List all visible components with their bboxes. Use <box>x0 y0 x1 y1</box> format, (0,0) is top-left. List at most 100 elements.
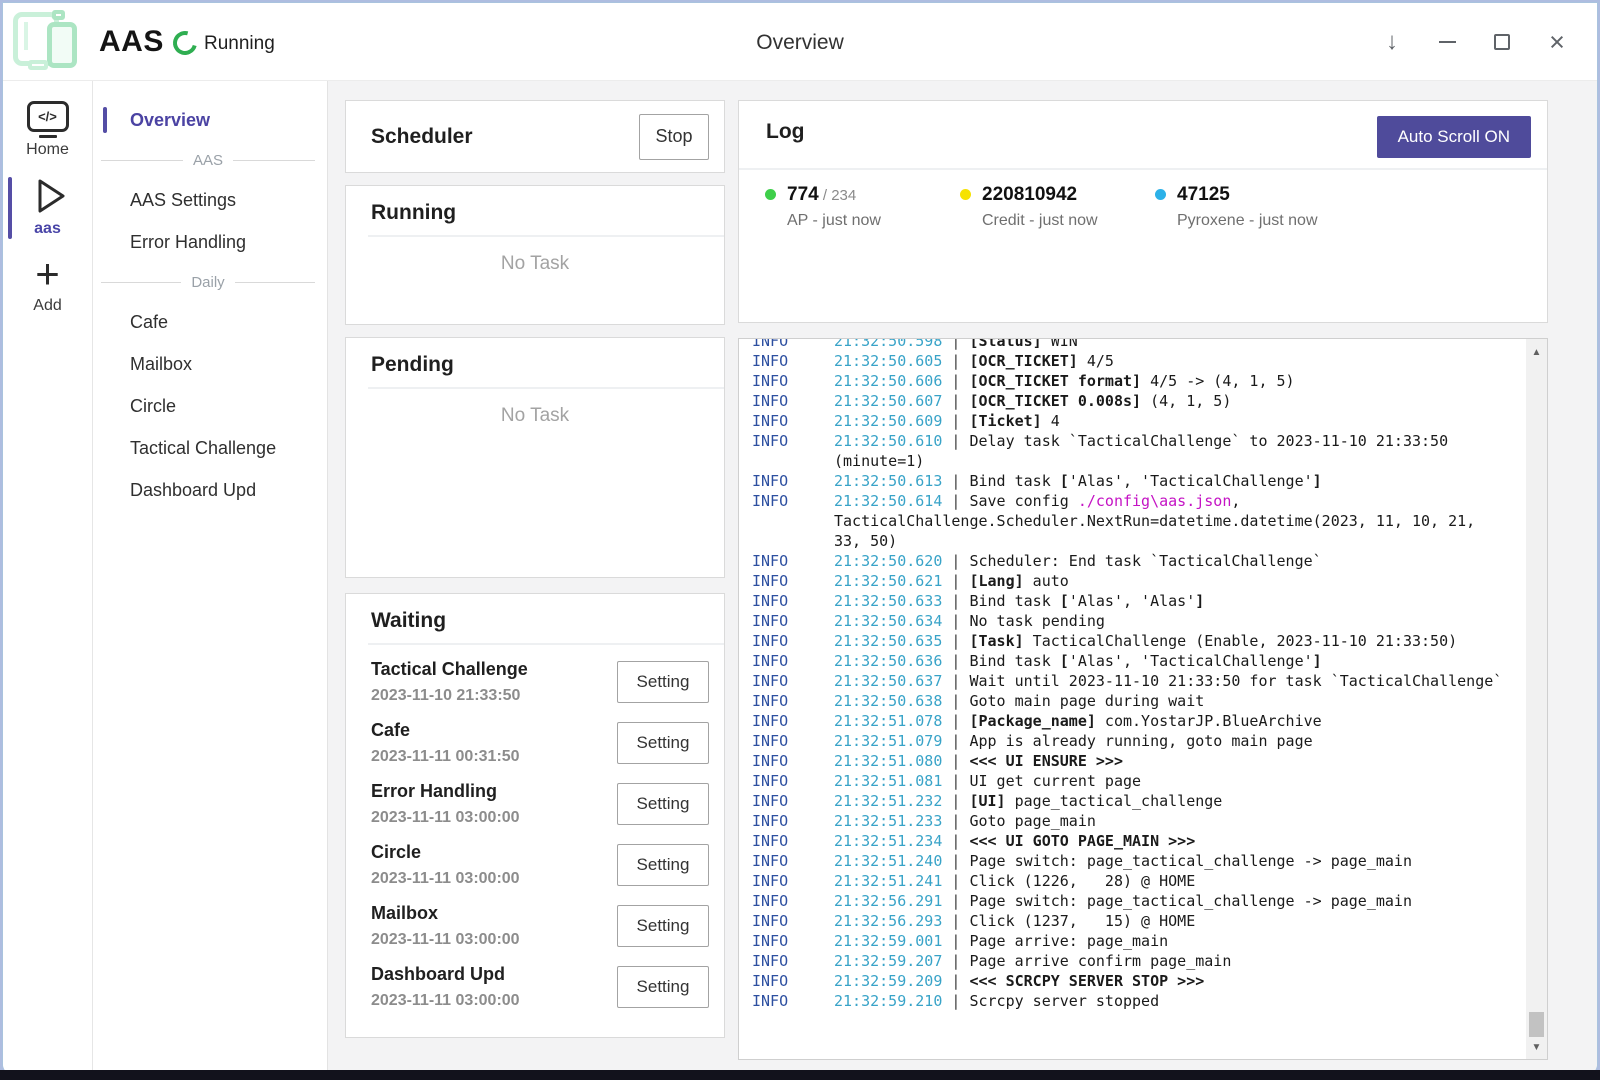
log-level: INFO <box>752 551 834 571</box>
divider-line <box>233 160 315 161</box>
rail-item-add[interactable]: + Add <box>3 254 92 315</box>
stat-credit: 220810942 Credit - just now <box>960 184 1155 230</box>
setting-button[interactable]: Setting <box>617 844 709 886</box>
divider-line <box>101 160 183 161</box>
minimize-icon[interactable] <box>1435 28 1459 56</box>
log-separator: | <box>942 852 969 870</box>
sidebar-item-label: AAS Settings <box>130 190 236 210</box>
setting-button[interactable]: Setting <box>617 783 709 825</box>
maximize-icon[interactable] <box>1490 28 1514 56</box>
log-message-segment: ] <box>1313 472 1322 490</box>
waiting-list: Tactical Challenge2023-11-10 21:33:50 Set… <box>346 645 724 1017</box>
log-level: INFO <box>752 351 834 371</box>
setting-button[interactable]: Setting <box>617 966 709 1008</box>
log-separator: | <box>942 372 969 390</box>
sidebar-item-overview[interactable]: Overview <box>93 99 327 141</box>
log-row: INFO21:32:56.291 | Page switch: page_tac… <box>739 891 1526 911</box>
log-level: INFO <box>752 931 834 951</box>
log-message-segment: [ <box>1060 592 1069 610</box>
log-content: 21:32:56.293 | Click (1237, 15) @ HOME <box>834 911 1521 931</box>
plus-icon: + <box>35 254 60 294</box>
setting-button[interactable]: Setting <box>617 661 709 703</box>
log-message-segment: Click (1226, 28) @ HOME <box>969 872 1195 890</box>
scrollbar-up-icon[interactable]: ▲ <box>1526 347 1547 358</box>
rail-item-label: Add <box>33 297 61 315</box>
log-message-segment: [Package_name] <box>969 712 1095 730</box>
stat-ap: 774 / 234 AP - just now <box>765 184 960 230</box>
log-content: 21:32:50.606 | [OCR_TICKET format] 4/5 -… <box>834 371 1521 391</box>
log-timestamp: 21:32:51.240 <box>834 852 942 870</box>
logo-inner-line <box>24 22 28 50</box>
log-row: INFO21:32:50.609 | [Ticket] 4 <box>739 411 1526 431</box>
log-message-segment: 4 <box>1042 412 1060 430</box>
setting-button[interactable]: Setting <box>617 905 709 947</box>
sidebar-item-aas-settings[interactable]: AAS Settings <box>93 179 327 221</box>
log-timestamp: 21:32:50.633 <box>834 592 942 610</box>
window-bottom-edge <box>0 1070 1600 1080</box>
setting-button[interactable]: Setting <box>617 722 709 764</box>
rail-item-aas[interactable]: aas <box>3 175 92 238</box>
log-level: INFO <box>752 338 834 351</box>
sidebar-item-error-handling[interactable]: Error Handling <box>93 221 327 263</box>
app-name: AAS <box>99 25 164 59</box>
sidebar-item-circle[interactable]: Circle <box>93 385 327 427</box>
sidebar-item-mailbox[interactable]: Mailbox <box>93 343 327 385</box>
log-message-segment: [ <box>1060 652 1069 670</box>
log-separator: | <box>942 412 969 430</box>
log-content: 21:32:51.080 | <<< UI ENSURE >>> <box>834 751 1521 771</box>
log-separator: | <box>942 432 969 450</box>
stop-button[interactable]: Stop <box>639 114 709 160</box>
log-timestamp: 21:32:51.081 <box>834 772 942 790</box>
pending-empty-text: No Task <box>346 405 724 427</box>
log-message-segment: 'Alas', 'TacticalChallenge' <box>1069 472 1313 490</box>
log-level: INFO <box>752 391 834 411</box>
stat-label: Pyroxene - just now <box>1177 212 1318 230</box>
log-row: INFO21:32:50.635 | [Task] TacticalChalle… <box>739 631 1526 651</box>
waiting-task-info: Tactical Challenge2023-11-10 21:33:50 <box>371 659 528 705</box>
log-level: INFO <box>752 851 834 871</box>
log-message-segment: [Status] <box>969 338 1041 350</box>
log-level: INFO <box>752 971 834 991</box>
sidebar-section-divider: Daily <box>93 263 327 301</box>
log-row: INFO21:32:50.610 | Delay task `TacticalC… <box>739 431 1526 471</box>
pyroxene-dot-icon <box>1155 189 1166 200</box>
log-level: INFO <box>752 811 834 831</box>
log-content: 21:32:51.079 | App is already running, g… <box>834 731 1521 751</box>
log-separator: | <box>942 832 969 850</box>
log-row: INFO21:32:50.613 | Bind task ['Alas', 'T… <box>739 471 1526 491</box>
logo-phone-shape <box>47 22 77 68</box>
log-content: 21:32:50.607 | [OCR_TICKET 0.008s] (4, 1… <box>834 391 1521 411</box>
scheduler-title: Scheduler <box>371 125 473 149</box>
sidebar-item-label: Tactical Challenge <box>130 438 276 458</box>
sidebar-item-label: Cafe <box>130 312 168 332</box>
logo-stand-shape <box>28 60 48 70</box>
autoscroll-button[interactable]: Auto Scroll ON <box>1377 116 1531 158</box>
log-level: INFO <box>752 731 834 751</box>
log-message-segment: App is already running, goto main page <box>969 732 1312 750</box>
sidebar-section-divider: AAS <box>93 141 327 179</box>
download-icon[interactable]: ↓ <box>1380 28 1404 56</box>
log-message-segment: 4/5 -> (4, 1, 5) <box>1141 372 1295 390</box>
sidebar-item-dashboard-upd[interactable]: Dashboard Upd <box>93 469 327 511</box>
scrollbar-thumb[interactable] <box>1529 1012 1544 1037</box>
scrollbar-down-icon[interactable]: ▼ <box>1526 1042 1547 1053</box>
scheduler-card: Scheduler Stop <box>345 100 725 173</box>
log-message-segment: (4, 1, 5) <box>1141 392 1231 410</box>
sidebar-item-tactical-challenge[interactable]: Tactical Challenge <box>93 427 327 469</box>
log-row: INFO21:32:51.081 | UI get current page <box>739 771 1526 791</box>
log-level: INFO <box>752 791 834 811</box>
log-separator: | <box>942 992 969 1010</box>
log-level: INFO <box>752 951 834 971</box>
pending-title: Pending <box>371 353 454 376</box>
close-icon[interactable]: × <box>1545 28 1569 56</box>
log-separator: | <box>942 392 969 410</box>
log-content: 21:32:50.598 | [Status] WIN <box>834 338 1521 351</box>
waiting-task-name: Error Handling <box>371 781 520 802</box>
sidebar-item-cafe[interactable]: Cafe <box>93 301 327 343</box>
waiting-task-info: Dashboard Upd2023-11-11 03:00:00 <box>371 964 520 1010</box>
rail-item-home[interactable]: </> Home <box>3 101 92 159</box>
log-content: 21:32:50.633 | Bind task ['Alas', 'Alas'… <box>834 591 1521 611</box>
log-scrollbar[interactable]: ▲ ▼ <box>1526 339 1547 1059</box>
log-timestamp: 21:32:59.209 <box>834 972 942 990</box>
log-message-segment: 4/5 <box>1078 352 1114 370</box>
